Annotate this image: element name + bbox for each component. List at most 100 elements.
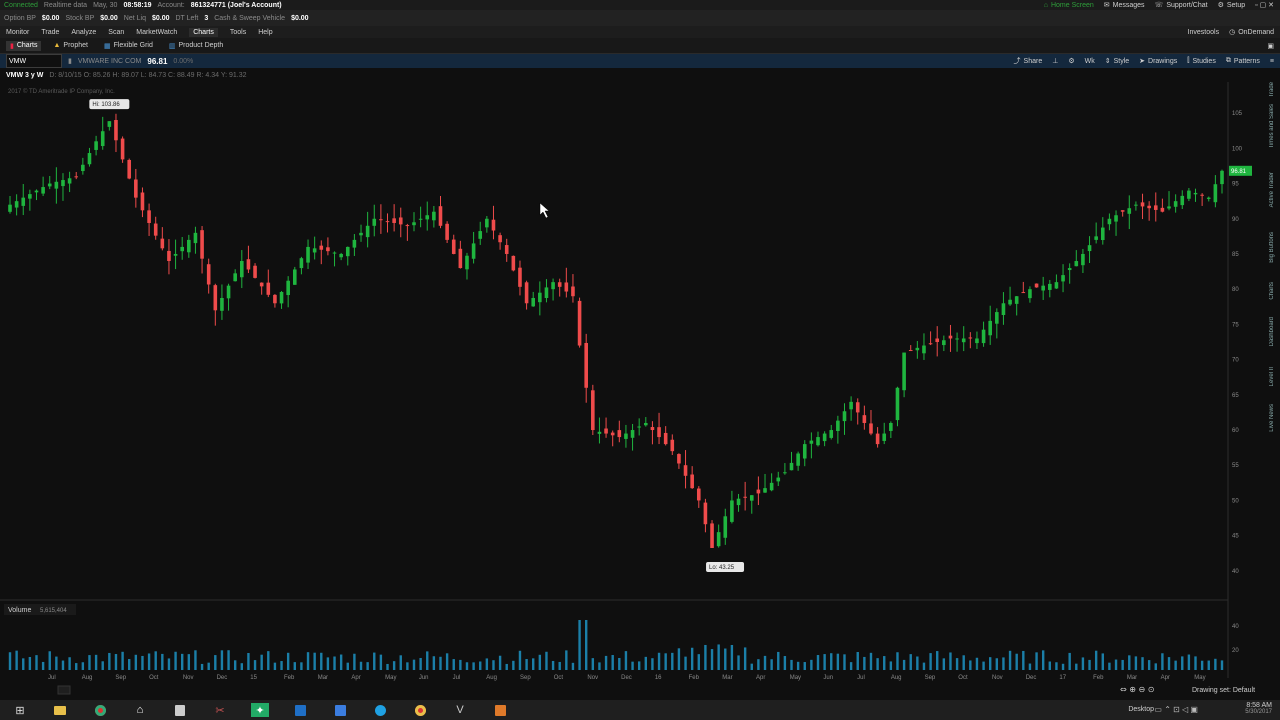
dt-left-value: 3	[204, 14, 209, 22]
timeframe-button[interactable]: Wk	[1085, 58, 1095, 65]
windows-taskbar: ⊞ ⌂ ✂ ✦ V Desktop ▭ ⌃ ⊡ ◁ ▣ 8:58 AM 5/30…	[0, 700, 1280, 720]
calculator-icon[interactable]	[171, 703, 189, 717]
menu-help[interactable]: Help	[258, 29, 272, 36]
home-screen-button[interactable]: ⌂ Home Screen	[1044, 2, 1094, 9]
studies-button[interactable]: ⫿ Studies	[1187, 57, 1216, 65]
candle-body	[372, 218, 377, 226]
snipping-icon[interactable]: ✂	[211, 703, 229, 717]
candle-body	[286, 280, 290, 296]
account-selector[interactable]: 861324771 (Joel's Account)	[191, 2, 282, 9]
candle-body	[723, 516, 728, 538]
patterns-button[interactable]: ⧉ Patterns	[1226, 57, 1260, 65]
menu-tools[interactable]: Tools	[230, 29, 246, 36]
window-controls[interactable]: ▫ ▢ ✕	[1255, 1, 1274, 9]
volume-bar	[267, 651, 270, 670]
chrome-icon[interactable]	[91, 703, 109, 717]
time-tick-label: Dec	[1026, 675, 1037, 681]
media-player-icon[interactable]	[491, 703, 509, 717]
menu-scan[interactable]: Scan	[108, 29, 124, 36]
desktop-label[interactable]: Desktop	[1128, 706, 1154, 713]
candle-body	[975, 338, 979, 344]
share-button[interactable]: ⤴ Share	[1014, 56, 1043, 66]
candle-body	[107, 121, 112, 127]
candle-body	[504, 245, 509, 254]
tab-product-depth[interactable]: ▥ Product Depth	[165, 41, 227, 51]
tab-prophet[interactable]: ▲ Prophet	[49, 41, 91, 50]
candle-body	[81, 164, 85, 172]
scroll-handle[interactable]	[57, 685, 71, 695]
menu-monitor[interactable]: Monitor	[6, 29, 29, 36]
ondemand-button[interactable]: ◷ OnDemand	[1229, 28, 1274, 37]
candle-body	[253, 265, 257, 278]
drawing-set-label[interactable]: Drawing set: Default	[1192, 687, 1255, 694]
envelope-icon: ✉	[1103, 2, 1110, 9]
side-tab-charts[interactable]: Charts	[1269, 282, 1279, 300]
windows-start-icon[interactable]: ⊞	[11, 703, 29, 717]
side-tab-trade[interactable]: Trade	[1269, 82, 1279, 97]
volume-bar	[161, 653, 164, 670]
side-tab-live-news[interactable]: Live News	[1269, 404, 1279, 432]
link-icon[interactable]: ▮	[68, 57, 72, 65]
candle-body	[908, 350, 913, 352]
tab-flexible-grid[interactable]: ▦ Flexible Grid	[100, 41, 157, 51]
menu-charts[interactable]: Charts	[189, 27, 218, 37]
style-button[interactable]: ⇕ Style	[1105, 57, 1129, 66]
chart-settings-button[interactable]: ⚙	[1068, 57, 1074, 65]
chrome-second-icon[interactable]	[411, 703, 429, 717]
menu-trade[interactable]: Trade	[41, 29, 59, 36]
tray-icons[interactable]: ▭ ⌃ ⊡ ◁ ▣	[1154, 705, 1198, 714]
side-tab-times-sales[interactable]: Times and Sales	[1269, 104, 1279, 148]
candle-body	[981, 329, 986, 344]
folder-icon[interactable]	[51, 703, 69, 717]
volume-bar	[664, 653, 667, 670]
thinkorswim-icon[interactable]: ✦	[251, 703, 269, 717]
volume-bar	[1035, 652, 1038, 670]
symbol-input[interactable]	[6, 54, 62, 68]
volume-bar	[154, 651, 157, 670]
taskbar-clock[interactable]: 8:58 AM 5/30/2017	[1245, 702, 1272, 715]
messages-button[interactable]: ✉ Messages	[1103, 1, 1145, 10]
side-tab-dashboard[interactable]: Dashboard	[1269, 317, 1279, 346]
side-tab-level-ii[interactable]: Level II	[1269, 367, 1279, 386]
support-chat-button[interactable]: ☏ Support/Chat	[1155, 1, 1208, 10]
candle-body	[822, 433, 827, 442]
outlook-icon[interactable]	[291, 703, 309, 717]
home-icon[interactable]: ⌂	[131, 703, 149, 717]
candle-body	[624, 433, 628, 439]
candle-body	[498, 235, 502, 243]
candle-body	[683, 465, 688, 476]
menu-analyze[interactable]: Analyze	[71, 29, 96, 36]
candle-body	[312, 248, 317, 253]
zoom-controls[interactable]: ⇔ ⊕ ⊖ ⊙	[1120, 685, 1154, 694]
pin-button[interactable]: ⊥	[1052, 57, 1058, 65]
volume-bar	[889, 661, 893, 670]
time-tick-label: Jun	[823, 675, 833, 681]
volume-bar	[558, 661, 561, 670]
drawings-button[interactable]: ➤ Drawings	[1139, 57, 1177, 66]
volume-bar	[763, 655, 767, 670]
candle-body	[213, 285, 218, 311]
setup-button[interactable]: ⚙ Setup	[1218, 1, 1246, 10]
menu-marketwatch[interactable]: MarketWatch	[136, 29, 177, 36]
candle-body	[637, 426, 641, 428]
price-chart[interactable]: 2017 © TD Ameritrade IP Company, Inc. 10…	[0, 82, 1280, 700]
candle-body	[902, 352, 906, 391]
side-tab-active-trader[interactable]: Active Trader	[1269, 172, 1279, 207]
side-tab-big-buttons[interactable]: Big Buttons	[1269, 232, 1279, 263]
volume-bar	[730, 644, 734, 670]
investools-link[interactable]: Investools	[1188, 29, 1220, 36]
layout-icon[interactable]: ▣	[1267, 42, 1274, 50]
volume-bar	[1121, 659, 1124, 670]
snagit-icon[interactable]	[331, 703, 349, 717]
volume-bar	[604, 655, 608, 670]
price-tick-label: 80	[1232, 287, 1239, 293]
volume-bar	[724, 648, 727, 670]
tab-charts[interactable]: ▮ Charts	[6, 40, 42, 51]
volume-bar	[320, 652, 323, 670]
menu-icon[interactable]: ≡	[1270, 58, 1274, 65]
skype-icon[interactable]	[371, 703, 389, 717]
vmware-icon[interactable]: V	[451, 703, 469, 717]
volume-bar	[55, 656, 58, 670]
candle-body	[61, 180, 65, 187]
volume-bar	[1075, 663, 1078, 670]
